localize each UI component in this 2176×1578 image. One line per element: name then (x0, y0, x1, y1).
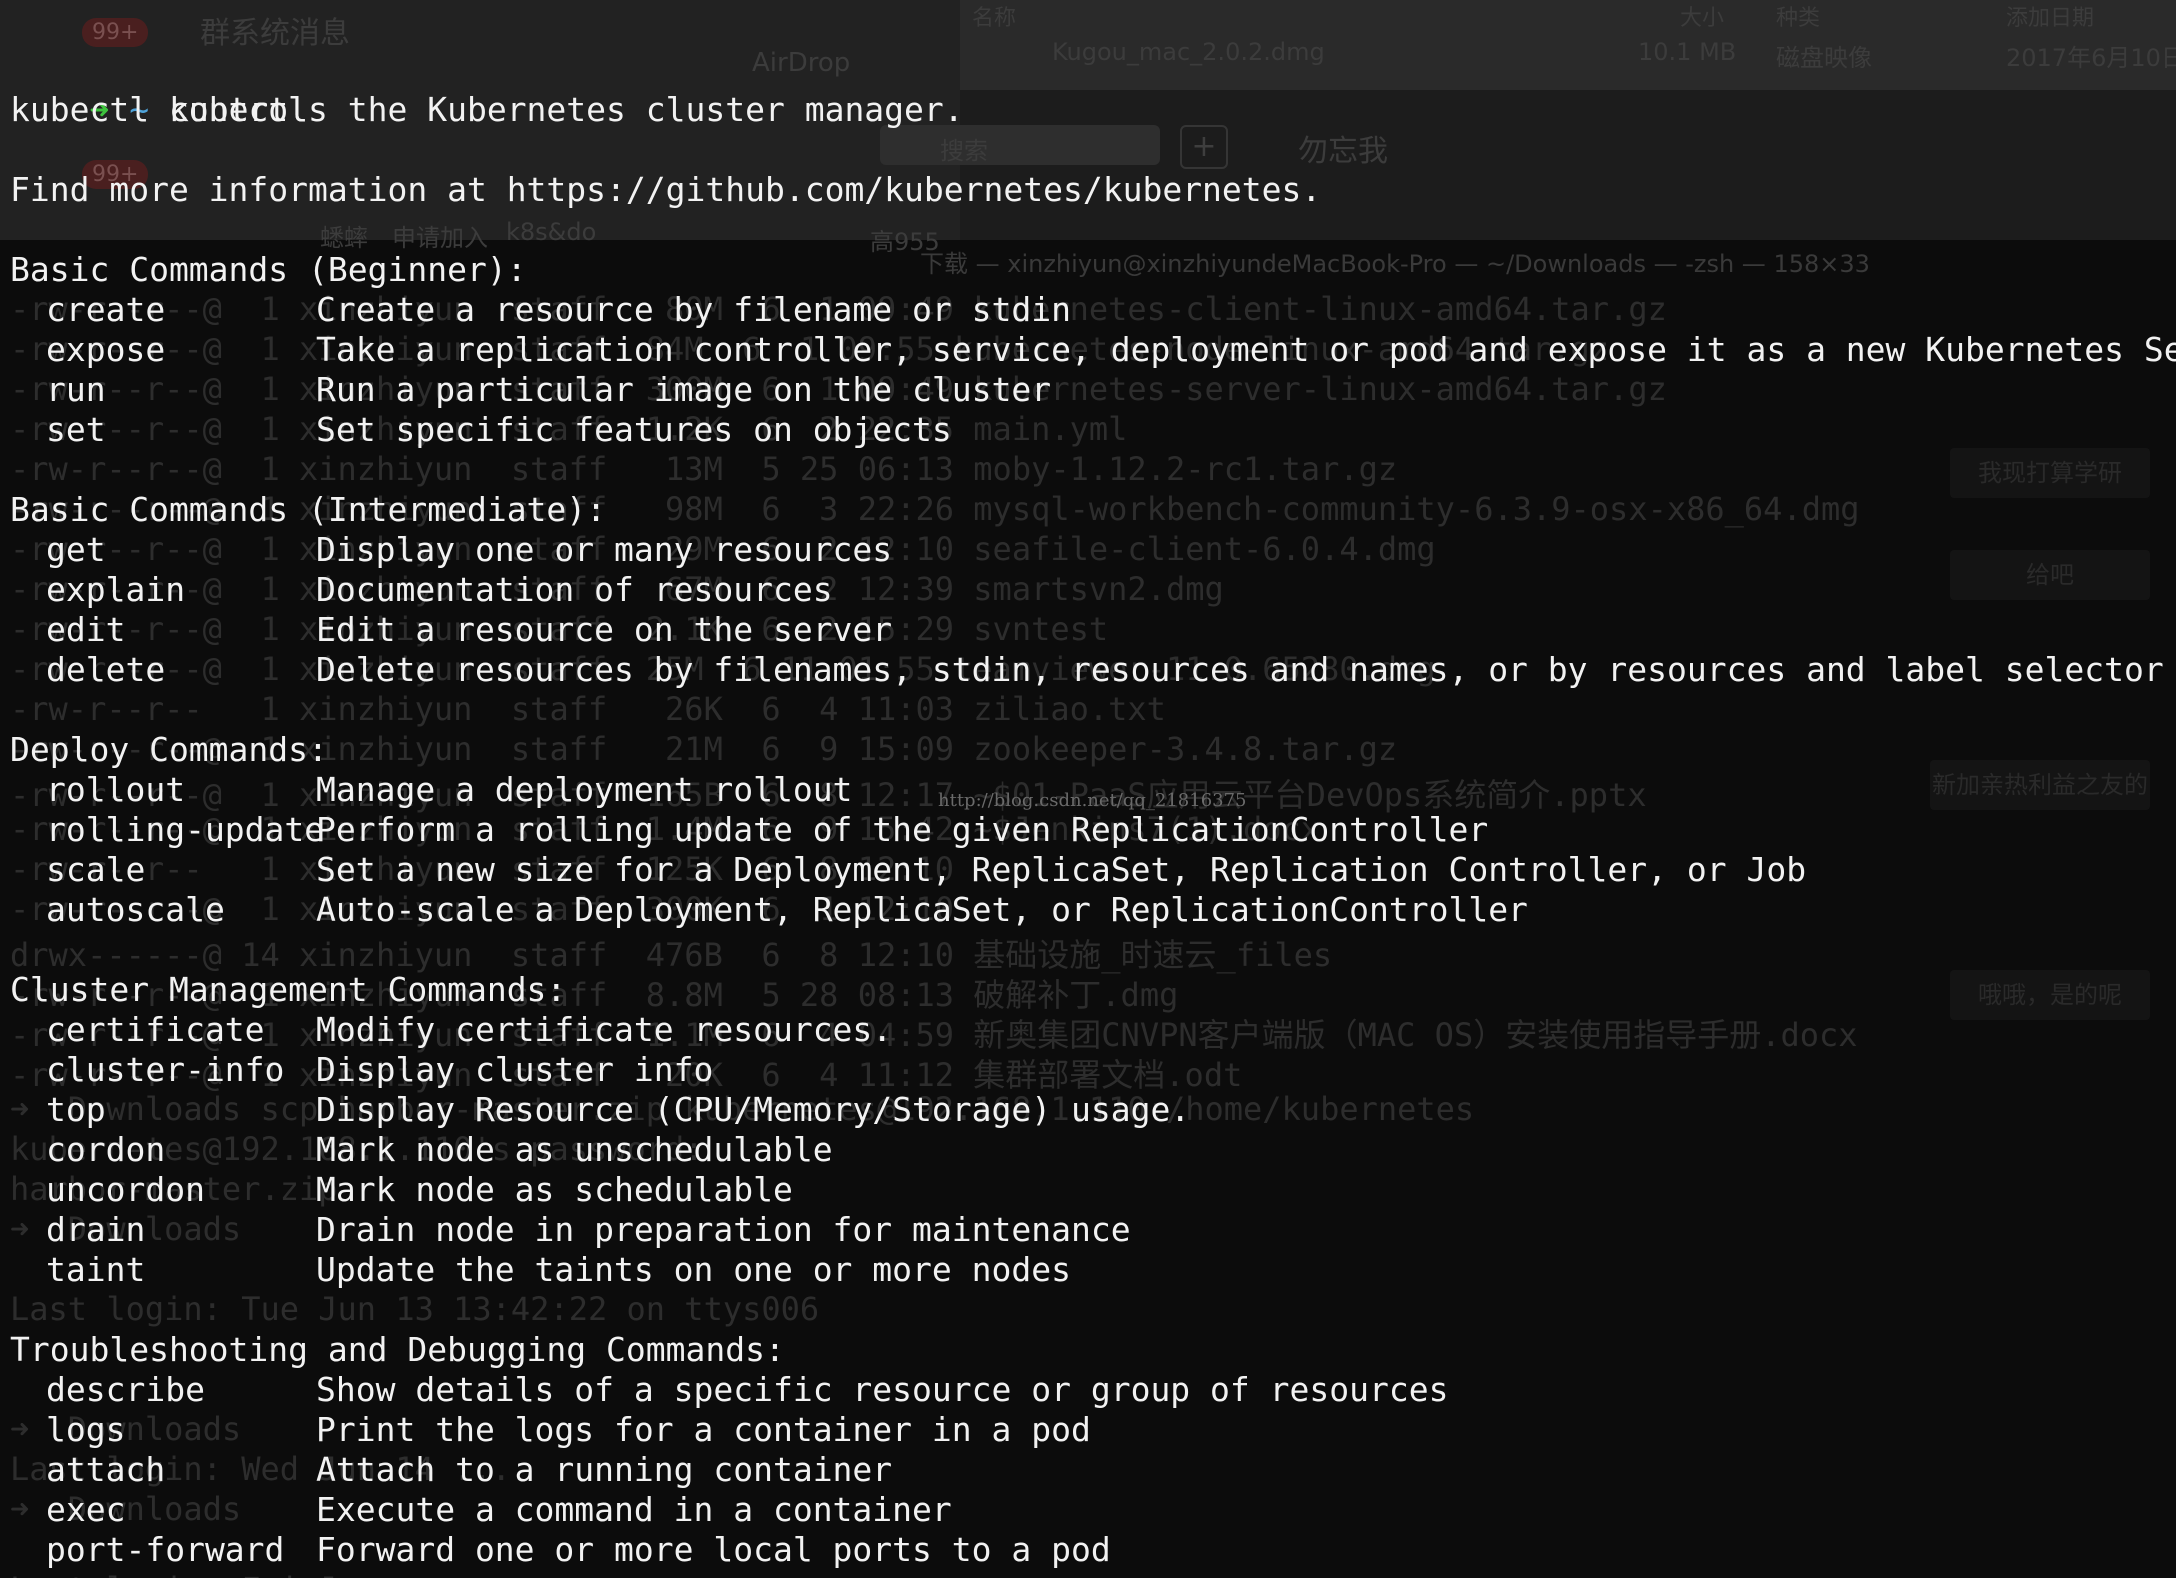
command-row: rolling-update Perform a rolling update o… (0, 810, 2176, 850)
info-line: Find more information at https://github.… (10, 170, 1322, 209)
command-description: Mark node as schedulable (316, 1170, 793, 1209)
command-description: Set specific features on objects (316, 410, 952, 449)
command-row: scale Set a new size for a Deployment, Re… (0, 850, 2176, 890)
command-row: explain Documentation of resources (0, 570, 2176, 610)
command-row: port-forward Forward one or more local po… (0, 1530, 2176, 1570)
command-name: explain (46, 570, 186, 609)
command-row: set Set specific features on objects (0, 410, 2176, 450)
command-row: logs Print the logs for a container in a … (0, 1410, 2176, 1450)
command-name: logs (46, 1410, 126, 1449)
command-name: exec (46, 1490, 126, 1529)
command-name: cluster-info (46, 1050, 285, 1089)
command-row: exec Execute a command in a container (0, 1490, 2176, 1530)
command-name: edit (46, 610, 126, 649)
command-description: Create a resource by filename or stdin (316, 290, 1071, 329)
command-description: Display Resource (CPU/Memory/Storage) us… (316, 1090, 1191, 1129)
command-row: attach Attach to a running container (0, 1450, 2176, 1490)
command-name: port-forward (46, 1530, 285, 1569)
command-name: rolling-update (46, 810, 325, 849)
command-name: describe (46, 1370, 205, 1409)
command-row: autoscale Auto-scale a Deployment, Replic… (0, 890, 2176, 930)
section-title: Troubleshooting and Debugging Commands: (10, 1330, 785, 1369)
command-name: taint (46, 1250, 146, 1289)
command-name: delete (46, 650, 166, 689)
command-row: describe Show details of a specific resou… (0, 1370, 2176, 1410)
command-description: Display one or many resources (316, 530, 893, 569)
command-description: Display cluster info (316, 1050, 714, 1089)
command-description: Run a particular image on the cluster (316, 370, 1052, 409)
command-name: top (46, 1090, 106, 1129)
command-name: create (46, 290, 166, 329)
command-description: Take a replication controller, service, … (316, 330, 2176, 369)
command-description: Perform a rolling update of the given Re… (316, 810, 1489, 849)
command-row: get Display one or many resources (0, 530, 2176, 570)
section-title: Cluster Management Commands: (10, 970, 567, 1009)
command-description: Auto-scale a Deployment, ReplicaSet, or … (316, 890, 1528, 929)
terminal-output[interactable]: ➜ ~ kubectl kubectl controls the Kuberne… (0, 0, 2176, 1578)
command-description: Update the taints on one or more nodes (316, 1250, 1071, 1289)
command-description: Modify certificate resources. (316, 1010, 893, 1049)
command-name: expose (46, 330, 166, 369)
command-name: uncordon (46, 1170, 205, 1209)
command-name: attach (46, 1450, 166, 1489)
command-row: uncordon Mark node as schedulable (0, 1170, 2176, 1210)
command-row: drain Drain node in preparation for maint… (0, 1210, 2176, 1250)
command-description: Edit a resource on the server (316, 610, 893, 649)
command-row: certificate Modify certificate resources. (0, 1010, 2176, 1050)
prompt-line: ➜ ~ kubectl (10, 50, 308, 129)
command-description: Set a new size for a Deployment, Replica… (316, 850, 1807, 889)
command-row: edit Edit a resource on the server (0, 610, 2176, 650)
command-row: delete Delete resources by filenames, std… (0, 650, 2176, 690)
command-name: rollout (46, 770, 186, 809)
command-name: scale (46, 850, 146, 889)
command-row: taint Update the taints on one or more no… (0, 1250, 2176, 1290)
command-row: rollout Manage a deployment rollout (0, 770, 2176, 810)
command-row: top Display Resource (CPU/Memory/Storage)… (0, 1090, 2176, 1130)
command-description: Execute a command in a container (316, 1490, 952, 1529)
command-row: cluster-info Display cluster info (0, 1050, 2176, 1090)
command-description: Mark node as unschedulable (316, 1130, 833, 1169)
command-row: run Run a particular image on the cluster (0, 370, 2176, 410)
command-row: cordon Mark node as unschedulable (0, 1130, 2176, 1170)
command-name: get (46, 530, 106, 569)
section-title: Deploy Commands: (10, 730, 328, 769)
command-row: expose Take a replication controller, ser… (0, 330, 2176, 370)
command-description: Delete resources by filenames, stdin, re… (316, 650, 2164, 689)
command-description: Documentation of resources (316, 570, 833, 609)
command-name: set (46, 410, 106, 449)
command-name: run (46, 370, 106, 409)
command-name: cordon (46, 1130, 166, 1169)
command-description: Forward one or more local ports to a pod (316, 1530, 1111, 1569)
intro-line: kubectl controls the Kubernetes cluster … (10, 90, 964, 129)
command-description: Drain node in preparation for maintenanc… (316, 1210, 1131, 1249)
section-title: Basic Commands (Intermediate): (10, 490, 607, 529)
command-description: Manage a deployment rollout (316, 770, 853, 809)
command-row: create Create a resource by filename or s… (0, 290, 2176, 330)
command-name: certificate (46, 1010, 265, 1049)
command-description: Print the logs for a container in a pod (316, 1410, 1091, 1449)
command-description: Attach to a running container (316, 1450, 893, 1489)
section-title: Basic Commands (Beginner): (10, 250, 527, 289)
command-name: drain (46, 1210, 146, 1249)
command-description: Show details of a specific resource or g… (316, 1370, 1449, 1409)
command-name: autoscale (46, 890, 225, 929)
